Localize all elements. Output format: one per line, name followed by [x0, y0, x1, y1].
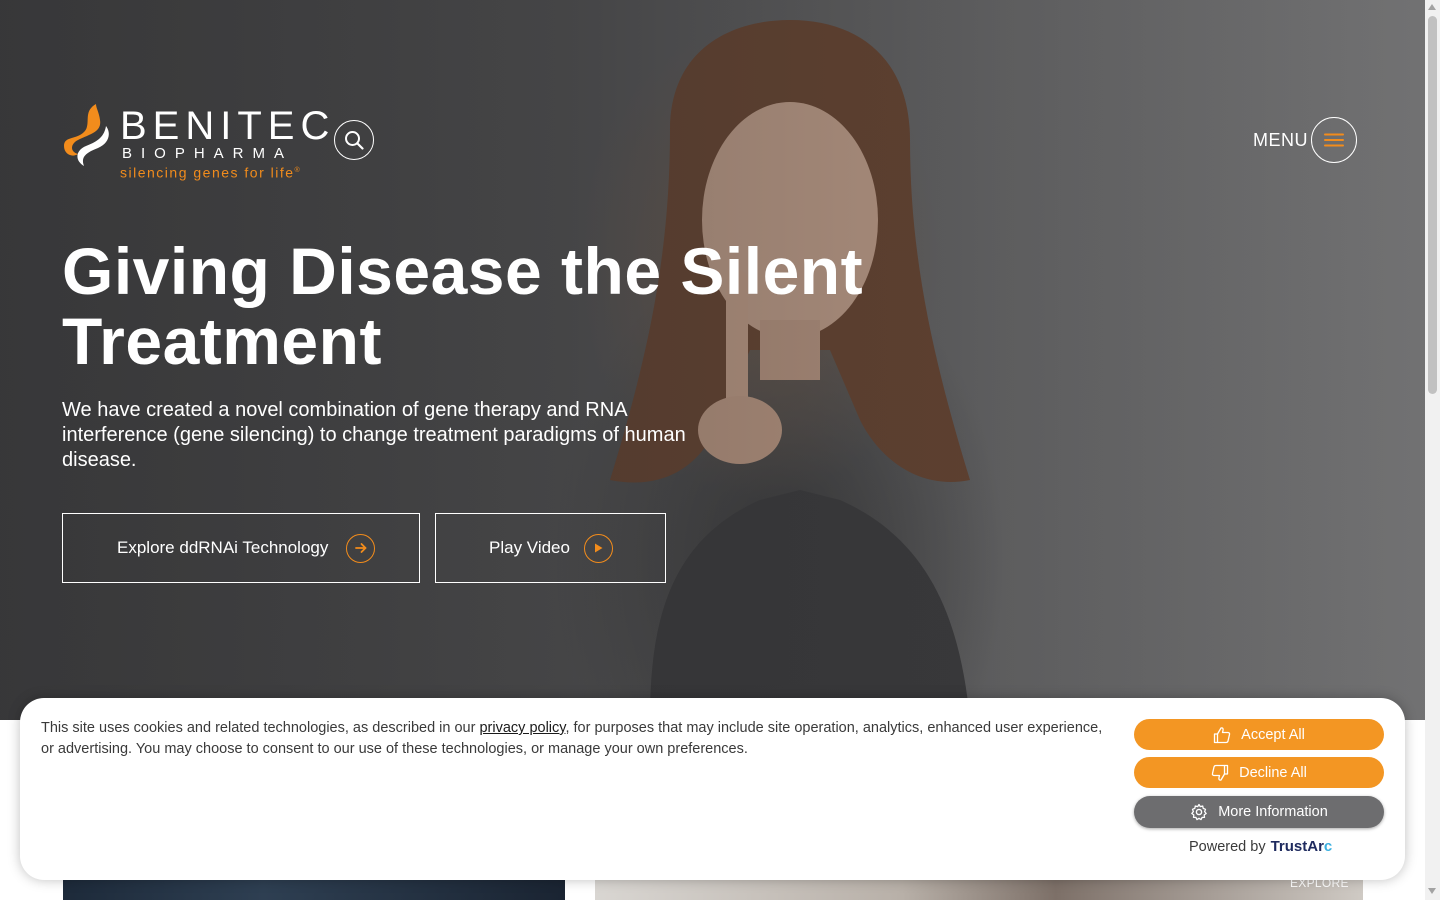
- more-information-label: More Information: [1218, 804, 1328, 820]
- cookie-text-start: This site uses cookies and related techn…: [41, 720, 480, 736]
- privacy-policy-link[interactable]: privacy policy: [479, 720, 565, 736]
- arrow-right-circle-icon: [346, 533, 376, 563]
- gear-icon: [1191, 803, 1208, 821]
- thumbs-up-icon: [1214, 726, 1231, 743]
- accept-all-button[interactable]: Accept All: [1134, 719, 1384, 750]
- decline-all-button[interactable]: Decline All: [1134, 757, 1384, 788]
- trustarc-logo[interactable]: TrustArc: [1271, 838, 1333, 855]
- decline-all-label: Decline All: [1239, 764, 1307, 781]
- explore-button-label: Explore ddRNAi Technology: [117, 538, 329, 557]
- trustarc-logo-main: TrustAr: [1270, 838, 1324, 855]
- hero-title: Giving Disease the Silent Treatment: [62, 234, 864, 378]
- scroll-thumb[interactable]: [1428, 16, 1437, 394]
- scroll-up-arrow[interactable]: [1428, 4, 1436, 10]
- logo-trademark: ®: [294, 167, 302, 174]
- search-button[interactable]: [334, 120, 374, 160]
- menu-button[interactable]: [1311, 117, 1357, 163]
- logo-flame-icon: [64, 104, 109, 166]
- logo-name: BENITEC: [120, 104, 336, 148]
- benitec-logo[interactable]: BENITEC BIOPHARMA silencing genes for li…: [62, 100, 329, 182]
- accept-all-label: Accept All: [1241, 726, 1305, 743]
- explore-ddrnai-button[interactable]: Explore ddRNAi Technology: [62, 513, 420, 583]
- logo-tagline-text: silencing genes for life: [120, 164, 295, 181]
- play-video-button[interactable]: Play Video: [435, 513, 666, 583]
- cookie-consent-banner: This site uses cookies and related techn…: [20, 698, 1405, 880]
- page-scrollbar[interactable]: [1425, 0, 1440, 900]
- logo-subtitle: BIOPHARMA: [122, 145, 294, 162]
- more-information-button[interactable]: More Information: [1134, 796, 1384, 828]
- play-circle-icon: [583, 533, 613, 563]
- trustarc-logo-end: c: [1323, 838, 1333, 855]
- menu-label[interactable]: MENU: [1253, 128, 1308, 152]
- logo-tagline: silencing genes for life®: [120, 163, 301, 181]
- play-video-label: Play Video: [489, 538, 570, 557]
- search-icon: [345, 131, 364, 150]
- powered-by-label: Powered by: [1189, 838, 1266, 855]
- hamburger-icon: [1324, 133, 1344, 147]
- hero-description: We have created a novel combination of g…: [62, 399, 686, 471]
- thumbs-down-icon: [1211, 764, 1229, 781]
- cookie-message: This site uses cookies and related techn…: [41, 718, 1111, 760]
- powered-by: Powered by TrustArc: [1189, 838, 1332, 855]
- scroll-down-arrow[interactable]: [1428, 888, 1436, 894]
